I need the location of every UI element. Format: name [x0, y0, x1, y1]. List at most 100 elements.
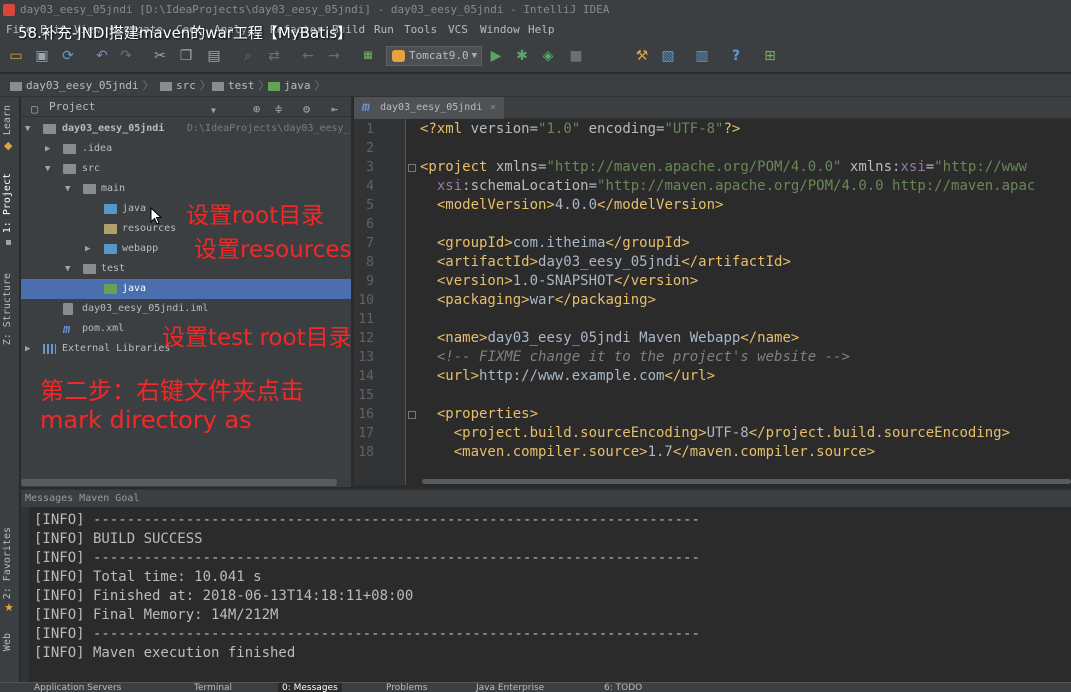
project-path-hint: D:\IdeaProjects\day03_eesy_: [187, 123, 350, 134]
editor-horizontal-scrollbar[interactable]: [422, 479, 1071, 484]
tab-learn[interactable]: Learn: [2, 105, 13, 135]
forward-icon[interactable]: →: [326, 48, 342, 64]
debug-icon[interactable]: ✱: [514, 48, 530, 64]
breadcrumb-item-java[interactable]: java 〉: [268, 74, 326, 97]
expand-arrow-icon[interactable]: ▶: [25, 339, 35, 359]
tree-item-test-java[interactable]: java: [21, 279, 351, 299]
console-line: [INFO] ---------------------------------…: [34, 550, 700, 566]
tree-item-label: webapp: [122, 243, 159, 254]
project-panel-title[interactable]: Project: [49, 97, 95, 117]
menu-tools[interactable]: Tools: [404, 20, 437, 40]
cut-icon[interactable]: ✂: [152, 48, 168, 64]
code-area[interactable]: 1 2 3 4 5 6 7 8 9 10 11 12 13 14 15 16 17 18 <?xml version…: [354, 119, 1071, 485]
tab-favorites[interactable]: 2: Favorites: [2, 527, 13, 599]
project-view-icon: ▢: [31, 102, 39, 116]
tree-item-iml[interactable]: day03_eesy_05jndi.iml: [21, 299, 351, 319]
line-number: 2: [366, 141, 374, 156]
tree-item-label: java: [122, 283, 147, 294]
hide-panel-icon[interactable]: ⇤: [331, 99, 338, 119]
tab-messages[interactable]: 0: Messages: [278, 683, 342, 692]
breadcrumb-item-test[interactable]: test 〉: [212, 74, 270, 97]
sync-icon[interactable]: ⟳: [60, 48, 76, 64]
vcs-icon[interactable]: ⊞: [762, 48, 778, 64]
main-toolbar: ▭ ▣ ⟳ ↶ ↷ ✂ ❐ ▤ ⌕ ⇄ ← → ▦ Tomcat9.0 ▼ ▶ …: [0, 40, 1071, 73]
tree-item-label: java: [122, 203, 147, 214]
code-line: <groupId>com.itheima</groupId>: [420, 235, 690, 251]
fold-marker-icon[interactable]: [408, 411, 416, 419]
expand-arrow-icon[interactable]: ▶: [85, 239, 95, 259]
maven-file-icon: m: [63, 322, 71, 336]
editor-tab-label: day03_eesy_05jndi: [380, 102, 483, 113]
run-icon[interactable]: ▶: [488, 48, 504, 64]
expand-arrow-icon[interactable]: ▼: [45, 159, 55, 179]
tab-java-enterprise[interactable]: Java Enterprise: [476, 683, 544, 692]
build-icon[interactable]: ▦: [360, 48, 376, 64]
save-icon[interactable]: ▣: [34, 48, 50, 64]
tab-terminal[interactable]: Terminal: [194, 683, 232, 692]
close-icon[interactable]: ×: [490, 97, 496, 119]
web-folder-icon: [104, 244, 117, 254]
coverage-icon[interactable]: ◈: [540, 48, 556, 64]
sdk-icon[interactable]: ▥: [694, 48, 710, 64]
project-panel-scrollbar[interactable]: [21, 479, 337, 486]
paste-icon[interactable]: ▤: [206, 48, 222, 64]
help-icon[interactable]: ?: [728, 48, 744, 64]
scroll-from-source-icon[interactable]: ⊕: [253, 99, 260, 119]
run-configuration-select[interactable]: Tomcat9.0 ▼: [386, 46, 482, 66]
code-line: xsi:schemaLocation="http://maven.apache.…: [420, 178, 1036, 194]
redo-icon[interactable]: ↷: [118, 48, 134, 64]
back-icon[interactable]: ←: [300, 48, 316, 64]
tab-project[interactable]: 1: Project: [2, 173, 13, 233]
line-number: 5: [366, 198, 374, 213]
tab-application-servers[interactable]: Application Servers: [34, 683, 121, 692]
tab-todo[interactable]: 6: TODO: [604, 683, 642, 692]
menu-help[interactable]: Help: [528, 20, 555, 40]
tree-item-label: day03_eesy_05jndi: [62, 123, 165, 134]
tree-item-src[interactable]: ▼ src: [21, 159, 351, 179]
view-mode-dropdown-icon[interactable]: ▼: [211, 101, 216, 121]
breadcrumb-item-src[interactable]: src 〉: [160, 74, 211, 97]
menu-vcs[interactable]: VCS: [448, 20, 468, 40]
project-structure-icon[interactable]: ▧: [660, 48, 676, 64]
expand-arrow-icon[interactable]: ▼: [65, 179, 75, 199]
editor-tab-pom[interactable]: m day03_eesy_05jndi ×: [354, 97, 504, 119]
learn-icon: ◆: [4, 139, 13, 152]
menu-run[interactable]: Run: [374, 20, 394, 40]
tree-item-project-root[interactable]: ▼ day03_eesy_05jndi D:\IdeaProjects\day0…: [21, 119, 351, 139]
run-configuration-label: Tomcat9.0: [409, 49, 469, 62]
gear-icon[interactable]: ⚙: [303, 99, 310, 119]
library-icon: [43, 344, 56, 354]
folder-icon: [63, 164, 76, 174]
code-line: <url>http://www.example.com</url>: [420, 368, 716, 384]
find-icon[interactable]: ⌕: [240, 48, 256, 64]
stop-icon[interactable]: ■: [568, 48, 584, 64]
line-number: 3: [366, 160, 374, 175]
mouse-cursor-icon: [150, 207, 162, 225]
intellij-logo-icon: [3, 4, 15, 16]
breadcrumb: day03_eesy_05jndi 〉 src 〉 test 〉 java 〉: [0, 74, 1071, 97]
fold-marker-icon[interactable]: [408, 164, 416, 172]
maven-file-icon: m: [362, 100, 370, 115]
breadcrumb-item-project[interactable]: day03_eesy_05jndi 〉: [10, 74, 154, 97]
undo-icon[interactable]: ↶: [94, 48, 110, 64]
test-folder-icon: [268, 81, 280, 91]
expand-arrow-icon[interactable]: ▼: [65, 259, 75, 279]
line-number: 14: [358, 369, 374, 384]
tree-item-idea[interactable]: ▶ .idea: [21, 139, 351, 159]
expand-arrow-icon[interactable]: ▼: [25, 119, 35, 139]
collapse-all-icon[interactable]: ≑: [275, 99, 282, 119]
line-number: 6: [366, 217, 374, 232]
copy-icon[interactable]: ❐: [178, 48, 194, 64]
settings-tools-icon[interactable]: ⚒: [634, 48, 650, 64]
folder-icon: [83, 184, 96, 194]
menu-window[interactable]: Window: [480, 20, 520, 40]
expand-arrow-icon[interactable]: ▶: [45, 139, 55, 159]
tab-problems[interactable]: Problems: [386, 683, 427, 692]
resources-folder-icon: [104, 224, 117, 234]
tab-structure[interactable]: Z: Structure: [2, 273, 13, 345]
replace-icon[interactable]: ⇄: [266, 48, 282, 64]
code-editor: m day03_eesy_05jndi × 1 2 3 4 5 6 7 8 9 10 11 12 13 1…: [354, 97, 1071, 485]
tab-web[interactable]: Web: [2, 633, 13, 651]
maven-console-output[interactable]: [INFO] ---------------------------------…: [21, 507, 1071, 682]
open-icon[interactable]: ▭: [8, 48, 24, 64]
